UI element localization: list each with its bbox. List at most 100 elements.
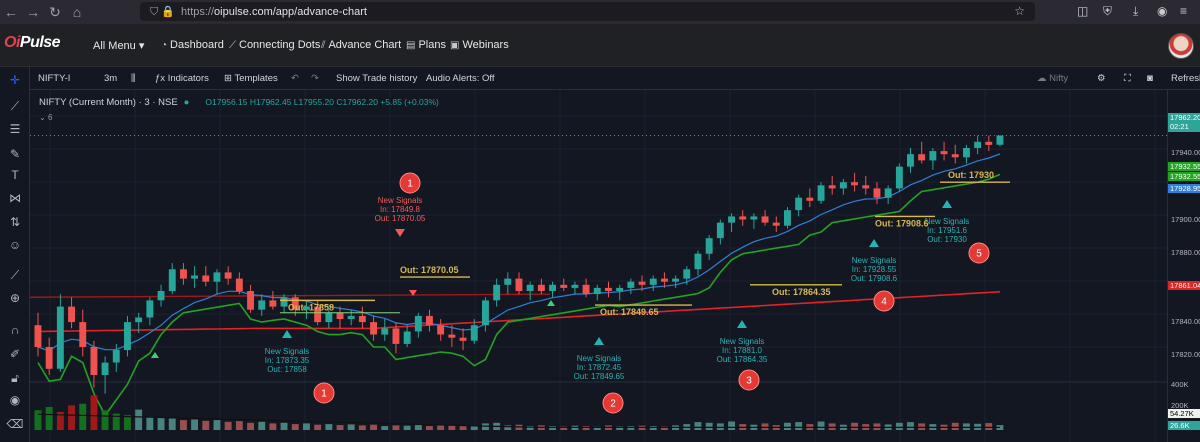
candle bbox=[940, 151, 948, 155]
all-menu-button[interactable]: All Menu ▾ bbox=[93, 39, 144, 52]
volume-bar bbox=[728, 421, 735, 430]
undo-icon[interactable]: ↶ bbox=[291, 73, 299, 84]
download-icon[interactable]: ⤓ bbox=[1133, 4, 1138, 19]
signal-3-out: Out: 17849.65 bbox=[574, 372, 625, 381]
forward-icon[interactable]: → bbox=[22, 1, 44, 23]
brush-icon[interactable]: ✎ bbox=[6, 147, 24, 161]
signal-6-label: New Signals bbox=[925, 217, 969, 226]
menu-icon[interactable]: ≡ bbox=[1180, 4, 1187, 18]
interval-button[interactable]: 3m bbox=[104, 73, 117, 84]
candle bbox=[392, 328, 400, 344]
nav-plans[interactable]: ▤ Plans bbox=[406, 39, 446, 51]
candle bbox=[426, 315, 433, 326]
trade-history-button[interactable]: Show Trade history bbox=[336, 73, 417, 84]
zoom-icon[interactable]: ⊕ bbox=[6, 291, 24, 305]
volume-bar bbox=[90, 395, 98, 430]
horizontal-lines-icon[interactable]: ☰ bbox=[6, 122, 24, 136]
candle bbox=[895, 166, 903, 189]
address-bar[interactable]: ⛉ 🔒 https://oipulse.com/app/advance-char… bbox=[140, 2, 1035, 21]
logo-part-2: Pulse bbox=[19, 34, 61, 51]
trendline-icon[interactable]: ⟋ bbox=[6, 99, 24, 114]
magnet-icon[interactable]: ∩ bbox=[6, 323, 24, 337]
bookmark-star-icon[interactable]: ☆ bbox=[1014, 4, 1025, 18]
screenshot-icon[interactable]: ◙ bbox=[1147, 73, 1153, 84]
step-marker-number: 4 bbox=[881, 297, 887, 308]
candle bbox=[347, 315, 355, 319]
volume-bar bbox=[817, 421, 825, 430]
candle bbox=[135, 317, 143, 323]
candle bbox=[862, 185, 870, 189]
refresh-button[interactable]: Refresh bbox=[1171, 73, 1200, 84]
text-icon[interactable]: T bbox=[6, 168, 24, 182]
signal-1-arrow bbox=[395, 229, 405, 237]
chart-canvas[interactable]: Out: 17858 Out: 17870.05 Out: 17849.65 Out:… bbox=[30, 90, 1167, 442]
candle bbox=[45, 347, 53, 369]
chart-type-icon[interactable]: ⫼ bbox=[131, 73, 135, 84]
candle bbox=[112, 350, 120, 363]
price-axis[interactable]: 17962.20 02:21 17940.00 17932.55 17932.55… bbox=[1167, 90, 1200, 442]
user-avatar[interactable] bbox=[1168, 33, 1194, 59]
templates-button[interactable]: ⊞ Templates bbox=[224, 73, 278, 84]
account-icon[interactable]: ◉ bbox=[1157, 4, 1167, 18]
volume-bar bbox=[549, 426, 556, 430]
volume-bar bbox=[907, 422, 914, 430]
url-text: oipulse.com/app/advance-chart bbox=[214, 5, 367, 18]
collapse-icon: ⌄ bbox=[39, 113, 48, 122]
lock-icon[interactable]: 🔓︎ bbox=[6, 371, 24, 386]
indicators-button[interactable]: ƒx Indicators bbox=[155, 73, 209, 84]
chart-toolbar: NIFTY-I 3m ⫼ ƒx Indicators ⊞ Templates ↶… bbox=[30, 67, 1200, 90]
reload-icon[interactable]: ↻ bbox=[44, 1, 66, 23]
candle bbox=[124, 322, 131, 351]
ruler-icon[interactable]: ⟋ bbox=[6, 268, 24, 283]
home-icon[interactable]: ⌂ bbox=[66, 1, 88, 23]
pocket-icon[interactable]: ◫ bbox=[1077, 4, 1088, 18]
nav-connecting-dots[interactable]: ⟋ Connecting Dots bbox=[229, 39, 320, 51]
back-icon[interactable]: ← bbox=[0, 1, 22, 23]
candle bbox=[593, 287, 601, 295]
compare-button[interactable]: ☁ Nifty bbox=[1037, 73, 1068, 84]
symbol-search[interactable]: NIFTY-I bbox=[38, 73, 70, 84]
logo[interactable]: OiPulse bbox=[4, 34, 61, 52]
candle bbox=[504, 278, 512, 285]
signal-2-out: Out: 17858 bbox=[267, 365, 307, 374]
shield-extension-icon[interactable]: ⛨ bbox=[1103, 4, 1112, 19]
eye-icon[interactable]: ◉ bbox=[6, 393, 24, 407]
volume-bar bbox=[314, 424, 322, 430]
volume-bar bbox=[828, 423, 836, 430]
fib-icon[interactable]: ⇅ bbox=[6, 215, 24, 229]
nav-webinars[interactable]: ▣ Webinars bbox=[450, 39, 509, 51]
volume-bar bbox=[459, 426, 467, 430]
candle bbox=[616, 287, 624, 291]
url-scheme: https:// bbox=[181, 5, 215, 18]
trash-icon[interactable]: ⌫ bbox=[6, 417, 24, 431]
settings-icon[interactable]: ⚙ bbox=[1097, 73, 1106, 84]
audio-alerts-button[interactable]: Audio Alerts: Off bbox=[426, 73, 494, 84]
signal-6-in: In: 17951.6 bbox=[927, 226, 968, 235]
shield-icon: ⛉ 🔒 bbox=[150, 5, 176, 18]
draw-mode-icon[interactable]: ✐ bbox=[6, 347, 24, 361]
candle bbox=[168, 269, 176, 292]
candle bbox=[571, 284, 579, 288]
volume-bar bbox=[280, 422, 288, 430]
indicators-label: Indicators bbox=[167, 73, 209, 84]
nav-advance-chart[interactable]: ⫽ Advance Chart bbox=[321, 39, 401, 51]
volume-bar bbox=[79, 403, 87, 430]
volume-bar bbox=[426, 426, 433, 430]
volume-bar bbox=[705, 422, 713, 430]
redo-icon[interactable]: ↷ bbox=[311, 73, 319, 84]
study-legend[interactable]: ⌄ 6 bbox=[39, 113, 52, 122]
candle bbox=[180, 269, 187, 279]
crosshair-icon[interactable]: ✛ bbox=[6, 73, 24, 87]
candle bbox=[817, 185, 825, 201]
signal-4-in: In: 17881.0 bbox=[722, 346, 763, 355]
pattern-icon[interactable]: ⋈ bbox=[6, 191, 24, 205]
candle bbox=[358, 315, 366, 323]
volume-bar bbox=[224, 421, 232, 430]
nav-dashboard[interactable]: ◔ Dashboard bbox=[161, 39, 224, 51]
volume-bar bbox=[403, 425, 411, 430]
signal-2-in: In: 17873.35 bbox=[265, 356, 310, 365]
fullscreen-icon[interactable]: ⛶ bbox=[1124, 73, 1131, 84]
emoji-icon[interactable]: ☺ bbox=[6, 238, 24, 252]
candle bbox=[705, 238, 713, 254]
candle bbox=[448, 334, 456, 338]
